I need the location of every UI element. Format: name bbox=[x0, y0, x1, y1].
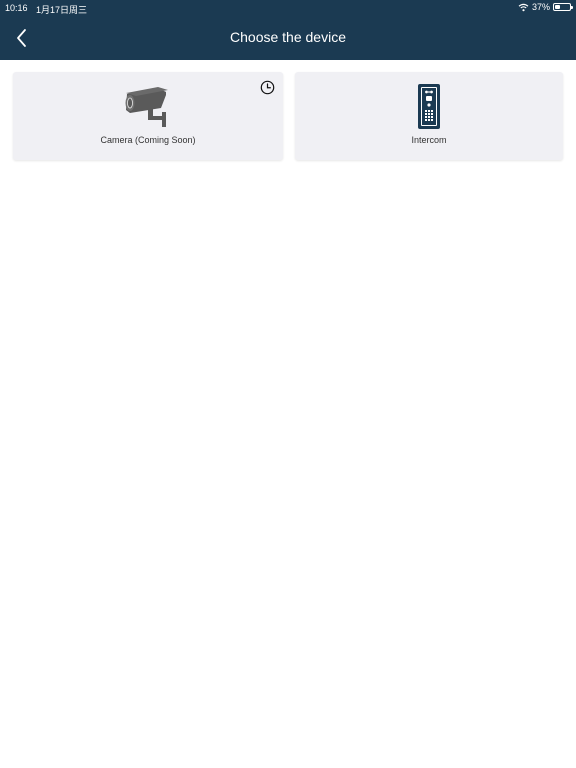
status-date: 1月17日周三 bbox=[36, 5, 88, 15]
battery-percent: 37% bbox=[531, 2, 550, 12]
camera-device-card[interactable]: Camera (Coming Soon) bbox=[13, 72, 283, 160]
header-bar: 10:16 1月17日周三 37% Choose the device bbox=[0, 0, 576, 60]
status-time: 10:16 bbox=[5, 3, 28, 13]
intercom-icon bbox=[418, 84, 440, 129]
status-bar: 10:16 1月17日周三 37% bbox=[0, 0, 576, 16]
battery-icon bbox=[553, 3, 573, 11]
security-camera-icon bbox=[125, 87, 168, 127]
wifi-icon bbox=[518, 3, 529, 11]
page-title: Choose the device bbox=[230, 29, 346, 45]
status-right: 37% bbox=[518, 2, 573, 12]
clock-icon bbox=[260, 80, 275, 95]
camera-card-label: Camera (Coming Soon) bbox=[100, 135, 196, 145]
intercom-card-label: Intercom bbox=[411, 135, 447, 145]
intercom-device-card[interactable]: Intercom bbox=[295, 72, 563, 160]
